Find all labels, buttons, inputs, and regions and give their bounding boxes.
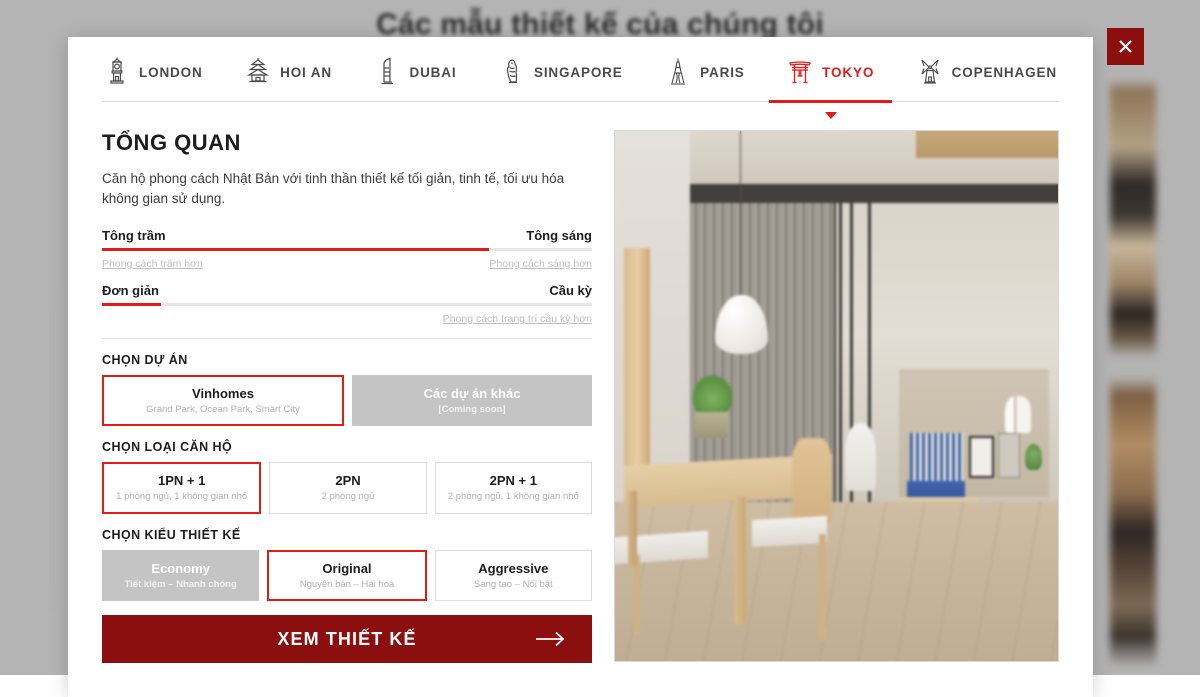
tab-label: COPENHAGEN: [952, 65, 1057, 80]
option-subtitle: 2 phòng ngủ, 1 không gian nhỏ: [448, 491, 579, 502]
complexity-slider-hints: Phong cách trang trí cầu kỳ hơn: [102, 313, 592, 326]
config-panel: TỔNG QUAN Căn hộ phong cách Nhật Bản với…: [102, 130, 592, 663]
tab-active-underline: [769, 100, 892, 103]
tab-tokyo[interactable]: TOKYO: [785, 43, 876, 101]
section-divider: [102, 338, 592, 339]
option-title: Economy: [151, 561, 210, 577]
close-icon: [1118, 39, 1133, 54]
option-subtitle: Tiết kiệm – Nhanh chóng: [125, 579, 237, 590]
complexity-slider-right-label: Cầu kỳ: [549, 283, 592, 298]
tone-slider-hints: Phong cách trầm hơn Phong cách sáng hơn: [102, 258, 592, 271]
project-option-row: Vinhomes Grand Park, Ocean Park, Smart C…: [102, 375, 592, 427]
tab-label: DUBAI: [409, 65, 456, 80]
project-section-title: CHỌN DỰ ÁN: [102, 353, 592, 367]
view-design-label: XEM THIẾT KẾ: [277, 629, 416, 650]
overview-description: Căn hộ phong cách Nhật Bản với tinh thần…: [102, 169, 592, 210]
tab-hoi-an[interactable]: HOI AN: [243, 43, 334, 101]
tab-label: HOI AN: [280, 65, 332, 80]
design-option-economy: Economy Tiết kiệm – Nhanh chóng: [102, 550, 259, 602]
project-option-other: Các dự án khác [Coming soon]: [352, 375, 592, 427]
tab-active-caret: [825, 112, 837, 119]
design-section-title: CHỌN KIỂU THIẾT KẾ: [102, 528, 592, 542]
apartment-section-title: CHỌN LOẠI CĂN HỘ: [102, 440, 592, 454]
preview-panel: [614, 130, 1059, 663]
tone-slider-fill: [102, 248, 489, 251]
apartment-option-1pn1[interactable]: 1PN + 1 1 phòng ngủ, 1 không gian nhỏ: [102, 462, 261, 514]
apartment-option-2pn[interactable]: 2PN 2 phòng ngủ: [269, 462, 426, 514]
tab-dubai[interactable]: DUBAI: [372, 43, 458, 101]
design-option-original[interactable]: Original Nguyên bản – Hài hoà: [267, 550, 426, 602]
option-title: 1PN + 1: [158, 473, 205, 489]
complexity-slider-right-hint: Phong cách trang trí cầu kỳ hơn: [443, 313, 592, 326]
merlion-icon: [499, 57, 525, 87]
option-subtitle: Sáng tạo – Nổi bật: [474, 579, 553, 590]
tone-slider-left-label: Tông trầm: [102, 228, 166, 243]
option-subtitle: Grand Park, Ocean Park, Smart City: [146, 404, 300, 415]
option-subtitle: 2 phòng ngủ: [322, 491, 375, 502]
option-title: 2PN: [335, 473, 360, 489]
tab-label: PARIS: [700, 65, 745, 80]
tab-copenhagen[interactable]: COPENHAGEN: [915, 43, 1059, 101]
tone-slider[interactable]: [102, 248, 592, 251]
option-subtitle: Nguyên bản – Hài hoà: [300, 579, 395, 590]
option-title: Vinhomes: [192, 386, 254, 402]
design-option-aggressive[interactable]: Aggressive Sáng tạo – Nổi bật: [435, 550, 592, 602]
complexity-slider-labels: Đơn giản Cầu kỳ: [102, 283, 592, 298]
tab-singapore[interactable]: SINGAPORE: [497, 43, 625, 101]
apartment-option-row: 1PN + 1 1 phòng ngủ, 1 không gian nhỏ 2P…: [102, 462, 592, 514]
option-title: Original: [322, 561, 371, 577]
windmill-icon: [917, 57, 943, 87]
tone-slider-right-label: Tông sáng: [526, 228, 592, 243]
view-design-button[interactable]: XEM THIẾT KẾ: [102, 615, 592, 663]
burj-al-arab-icon: [374, 57, 400, 87]
option-subtitle: 1 phòng ngủ, 1 không gian nhỏ: [116, 491, 247, 502]
tone-slider-right-hint: Phong cách sáng hơn: [489, 258, 592, 271]
torii-gate-icon: [787, 57, 813, 87]
option-title: Aggressive: [478, 561, 548, 577]
complexity-slider-left-label: Đơn giản: [102, 283, 159, 298]
complexity-slider-group: Đơn giản Cầu kỳ Phong cách trang trí cầu…: [102, 283, 592, 326]
option-title: 2PN + 1: [490, 473, 537, 489]
overview-title: TỔNG QUAN: [102, 130, 592, 156]
design-option-row: Economy Tiết kiệm – Nhanh chóng Original…: [102, 550, 592, 602]
tone-slider-labels: Tông trầm Tông sáng: [102, 228, 592, 243]
arrow-right-icon: [534, 630, 566, 648]
apartment-option-2pn1[interactable]: 2PN + 1 2 phòng ngủ, 1 không gian nhỏ: [435, 462, 592, 514]
complexity-slider[interactable]: [102, 303, 592, 306]
tone-slider-group: Tông trầm Tông sáng Phong cách trầm hơn …: [102, 228, 592, 271]
tab-paris[interactable]: PARIS: [663, 43, 747, 101]
background-image-strip-left: [8, 300, 48, 600]
project-option-vinhomes[interactable]: Vinhomes Grand Park, Ocean Park, Smart C…: [102, 375, 344, 427]
background-image-strip-right: [1110, 60, 1156, 675]
city-tab-bar: LONDON HOI AN: [102, 37, 1059, 102]
apartment-preview-image: [614, 130, 1059, 662]
design-config-modal: LONDON HOI AN: [68, 37, 1093, 697]
close-modal-button[interactable]: [1107, 28, 1144, 65]
pagoda-icon: [245, 57, 271, 87]
tab-london[interactable]: LONDON: [102, 43, 205, 101]
option-title: Các dự án khác: [424, 386, 521, 402]
eiffel-tower-icon: [665, 57, 691, 87]
big-ben-icon: [104, 57, 130, 87]
tab-label: LONDON: [139, 65, 203, 80]
tab-label: SINGAPORE: [534, 65, 623, 80]
option-subtitle: [Coming soon]: [438, 404, 505, 415]
tone-slider-left-hint: Phong cách trầm hơn: [102, 258, 203, 271]
tab-label: TOKYO: [822, 65, 874, 80]
modal-body: TỔNG QUAN Căn hộ phong cách Nhật Bản với…: [68, 102, 1093, 663]
complexity-slider-fill: [102, 303, 161, 306]
